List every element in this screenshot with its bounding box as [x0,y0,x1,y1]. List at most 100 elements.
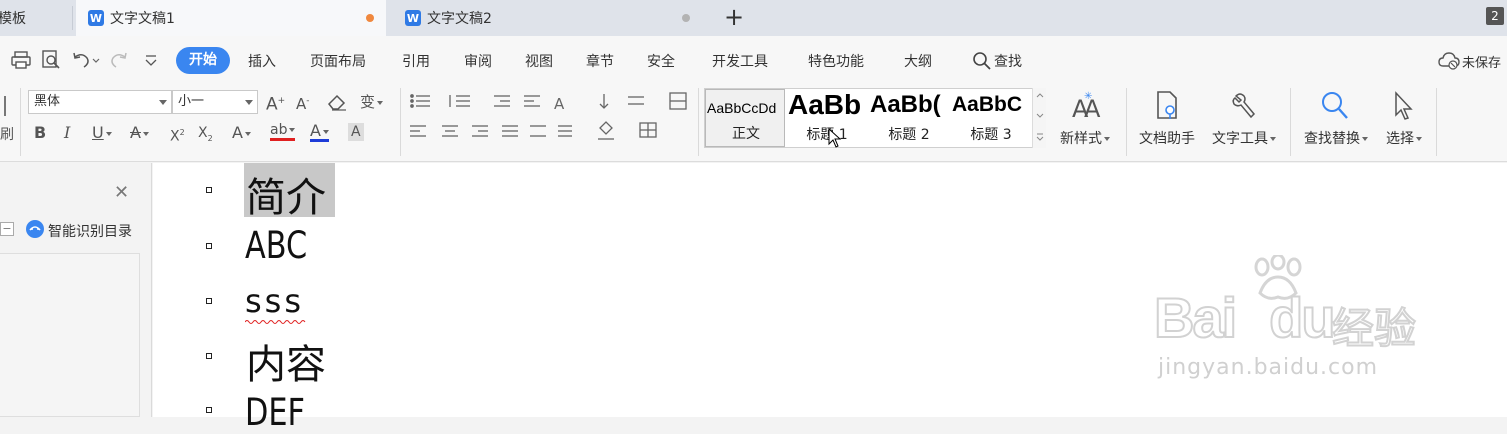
tab-document-1[interactable]: W 文字文稿1 [76,0,386,36]
font-size-value: 小一 [178,94,205,109]
grow-font-icon[interactable]: A+ [266,92,285,114]
bullet-icon [206,298,212,304]
tab-label: 文字文稿1 [110,11,175,27]
close-pane-icon[interactable]: ✕ [114,182,129,203]
document-line[interactable]: DEF [245,391,305,434]
menu-developer[interactable]: 开发工具 [712,51,768,71]
doc-helper-button[interactable]: 文档助手 [1134,88,1200,148]
text-tools-label: 文字工具 [1206,128,1282,148]
find-replace-label: 查找替换 [1298,128,1374,148]
text-effect-icon[interactable]: A [232,124,251,142]
unsaved-status: 未保存 [1462,56,1502,71]
bullet-icon [206,407,212,413]
magnifier-icon [1322,92,1348,119]
select-label: 选择 [1380,128,1428,148]
style-sample: AaBb [788,89,862,120]
collapse-toggle-icon[interactable]: − [0,222,14,236]
find-replace-button[interactable]: 查找替换 [1298,88,1374,148]
bullet-icon [206,187,212,193]
ribbon-divider [698,88,699,156]
menu-outline[interactable]: 大纲 [904,51,932,71]
clipboard-label-fragment: 刷 [0,127,14,143]
style-sample: AaBbCcDd [707,100,777,116]
style-name: 标题 1 [806,127,848,143]
bullet-icon [206,243,212,249]
svg-text:A: A [554,95,565,113]
spellcheck-squiggle [245,320,306,324]
ribbon-divider [1290,88,1291,156]
style-name: 标题 2 [888,127,930,143]
doc-helper-icon [1157,91,1177,119]
menu-section[interactable]: 章节 [586,51,614,71]
subscript-icon[interactable]: X2 [198,124,213,148]
document-line[interactable]: 内容 [246,332,326,390]
strikethrough-icon[interactable]: A [130,124,149,142]
menu-special[interactable]: 特色功能 [808,51,864,71]
document-line[interactable]: 简介 [246,165,326,223]
bullet-icon [206,353,212,359]
watermark-cn: 经验 [1331,303,1417,354]
tab-divider [72,6,73,30]
new-style-label: 新样式 [1054,128,1116,148]
ribbon-divider [400,88,401,156]
undo-icon[interactable] [70,49,100,71]
phonetic-guide-icon[interactable]: 变 [360,93,384,111]
search-icon[interactable] [972,51,992,71]
bold-icon[interactable]: B [34,124,46,142]
clear-format-eraser-icon[interactable] [326,92,348,112]
new-style-icon: A A ✳ [1072,91,1101,122]
redo-icon[interactable] [108,49,130,71]
underline-icon[interactable]: U [92,124,112,142]
font-name-select[interactable]: 黑体 [28,90,172,114]
tab-close-dot-icon[interactable] [682,14,690,22]
tab-label: 模板 [0,11,26,27]
tab-label: 文字文稿2 [427,11,492,27]
tab-bar: 模板 W 文字文稿1 W 文字文稿2 + 2 [0,0,1507,36]
menu-start-tab[interactable]: 开始 [176,47,230,74]
menu-view[interactable]: 视图 [525,51,553,71]
toc-list-area [0,253,140,417]
print-preview-icon[interactable] [40,49,62,71]
wrench-icon [1232,93,1256,119]
menu-references[interactable]: 引用 [402,51,430,71]
style-normal[interactable]: AaBbCcDd 正文 [705,89,785,147]
window-count-badge[interactable]: 2 [1486,7,1504,25]
style-gallery: AaBbCcDd 正文 AaBb 标题 1 AaBb( 标题 2 AaBbC 标… [704,88,1044,148]
watermark-brand: Bai [1153,285,1238,350]
gallery-scroll-arrows-icon [1036,93,1044,141]
document-line[interactable]: ABC [245,224,307,267]
shrink-font-icon[interactable]: A- [296,92,310,113]
tab-document-2[interactable]: W 文字文稿2 [392,0,704,36]
mouse-cursor-icon [828,128,842,148]
menu-insert[interactable]: 插入 [248,51,276,71]
customize-quick-access-icon[interactable] [142,49,160,71]
new-style-button[interactable]: A A ✳ 新样式 [1054,88,1116,148]
font-color-icon[interactable]: A [310,122,329,142]
font-name-value: 黑体 [34,94,61,109]
character-shading-icon[interactable]: A [348,123,364,141]
style-gallery-scroll[interactable] [1032,88,1046,148]
menu-review[interactable]: 审阅 [464,51,492,71]
menu-page-layout[interactable]: 页面布局 [310,51,366,71]
style-heading-2[interactable]: AaBb( 标题 2 [869,89,949,147]
new-tab-plus-icon[interactable]: + [722,5,746,31]
font-size-select[interactable]: 小一 [172,90,258,114]
superscript-icon[interactable]: X2 [170,124,185,146]
highlight-color-icon[interactable]: ab [270,122,296,141]
cloud-sync-icon[interactable] [1438,51,1460,71]
tab-template[interactable]: 模板 [0,0,72,36]
print-icon[interactable] [10,49,32,71]
italic-icon[interactable]: I [64,124,70,142]
menu-security[interactable]: 安全 [647,51,675,71]
writer-doc-icon: W [405,10,421,26]
style-heading-1[interactable]: AaBb 标题 1 [787,89,867,147]
document-line[interactable]: sss [245,282,304,320]
menu-search[interactable]: 查找 [994,51,1022,71]
select-button[interactable]: 选择 [1380,88,1428,148]
baidu-jingyan-watermark: Bai du 经验 jingyan.baidu.com [1150,255,1440,385]
style-heading-3[interactable]: AaBbC 标题 3 [951,89,1031,147]
style-name: 正文 [732,126,760,142]
clipboard-edge-icon [0,96,6,116]
text-tools-button[interactable]: 文字工具 [1206,88,1282,148]
smart-toc-button[interactable]: 智能识别目录 [48,221,132,241]
